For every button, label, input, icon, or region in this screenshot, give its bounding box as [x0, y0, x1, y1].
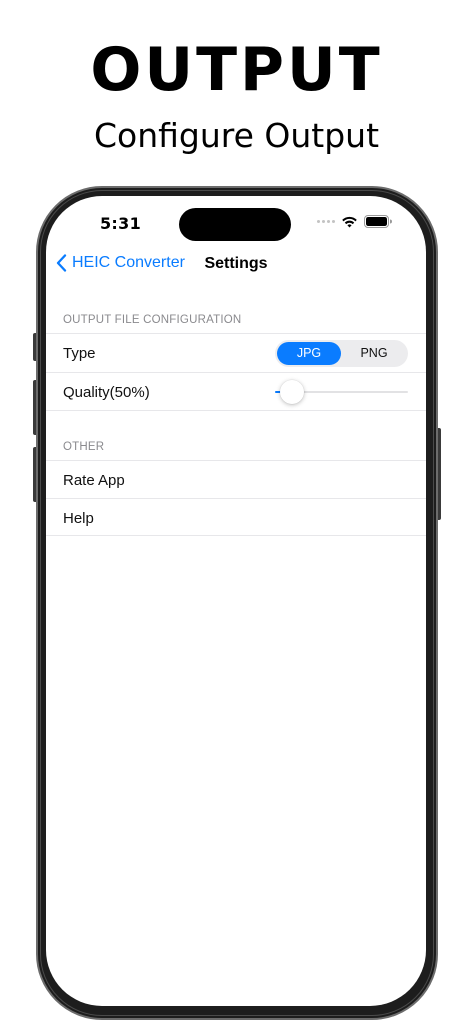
segment-png[interactable]: PNG — [342, 342, 406, 365]
type-label: Type — [63, 345, 96, 362]
quality-row: Quality(50%) — [46, 372, 426, 410]
status-icons — [317, 215, 392, 228]
list-item-rate-app[interactable]: Rate App — [46, 460, 426, 498]
promo-title: OUTPUT — [90, 35, 383, 105]
phone-screen: 5:31 HEIC Converter Settings OUTPUT FILE… — [46, 196, 426, 1006]
status-time: 5:31 — [100, 214, 141, 233]
slider-thumb[interactable] — [280, 380, 305, 404]
page-title: Settings — [204, 255, 268, 272]
wifi-icon — [342, 216, 357, 227]
cellular-signal-icon — [317, 220, 335, 223]
help-label: Help — [63, 510, 94, 527]
type-row: Type JPG PNG — [46, 333, 426, 371]
other-section-header: OTHER — [63, 441, 105, 453]
promo-subtitle: Configure Output — [93, 116, 380, 155]
battery-icon — [364, 215, 392, 228]
segment-jpg[interactable]: JPG — [277, 342, 341, 365]
rate-app-label: Rate App — [63, 472, 125, 489]
format-segmented-control: JPG PNG — [275, 340, 408, 367]
quality-label: Quality(50%) — [63, 384, 150, 401]
dynamic-island — [179, 208, 291, 241]
navigation-bar: HEIC Converter Settings — [46, 254, 426, 276]
section-divider — [46, 410, 426, 411]
output-section-header: OUTPUT FILE CONFIGURATION — [63, 314, 242, 326]
quality-slider[interactable] — [275, 373, 408, 411]
list-item-help[interactable]: Help — [46, 498, 426, 536]
